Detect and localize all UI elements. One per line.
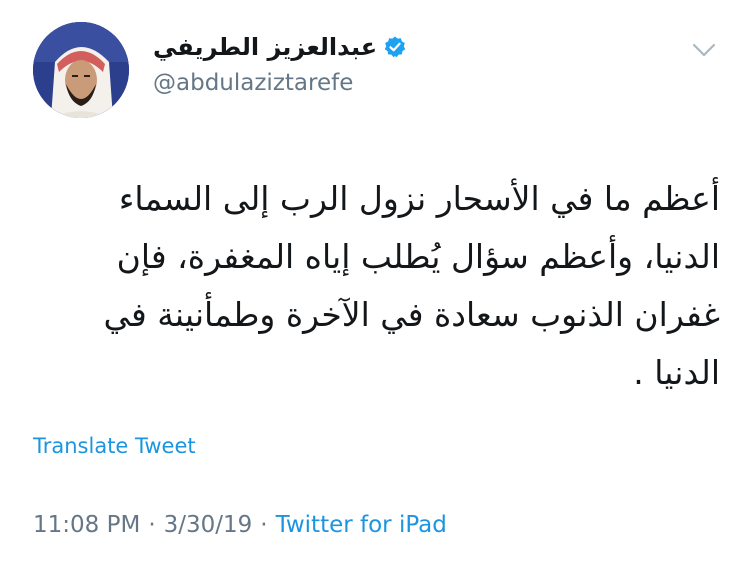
avatar[interactable]	[33, 22, 129, 118]
tweet-text-line: الدنيا، وأعظم سؤال يُطلب إياه المغفرة، ف…	[116, 237, 720, 276]
tweet-text-line: الدنيا .	[633, 353, 720, 392]
author-display-name[interactable]: عبدالعزيز الطريفي	[153, 33, 377, 61]
tweet-text: أعظم ما في الأسحار نزول الرب إلى السماء …	[30, 170, 720, 402]
avatar-image	[33, 22, 129, 118]
metadata-separator: ·	[148, 512, 156, 538]
translate-tweet-link[interactable]: Translate Tweet	[33, 434, 196, 458]
author-handle[interactable]: @abdulaziztarefe	[153, 70, 353, 96]
verified-badge-icon	[383, 35, 407, 59]
metadata-separator: ·	[260, 512, 268, 538]
chevron-down-icon[interactable]	[690, 40, 718, 60]
tweet-text-line: غفران الذنوب سعادة في الآخرة وطمأنينة في	[103, 295, 720, 334]
tweet-text-line: أعظم ما في الأسحار نزول الرب إلى السماء	[118, 179, 720, 218]
tweet-time[interactable]: 11:08 PM	[33, 512, 140, 538]
tweet-metadata: 11:08 PM · 3/30/19 · Twitter for iPad	[33, 512, 447, 538]
tweet-card: عبدالعزيز الطريفي @abdulaziztarefe أعظم …	[0, 0, 750, 578]
author-name-row: عبدالعزيز الطريفي	[153, 30, 407, 64]
tweet-date[interactable]: 3/30/19	[164, 512, 253, 538]
tweet-source-link[interactable]: Twitter for iPad	[276, 512, 447, 538]
